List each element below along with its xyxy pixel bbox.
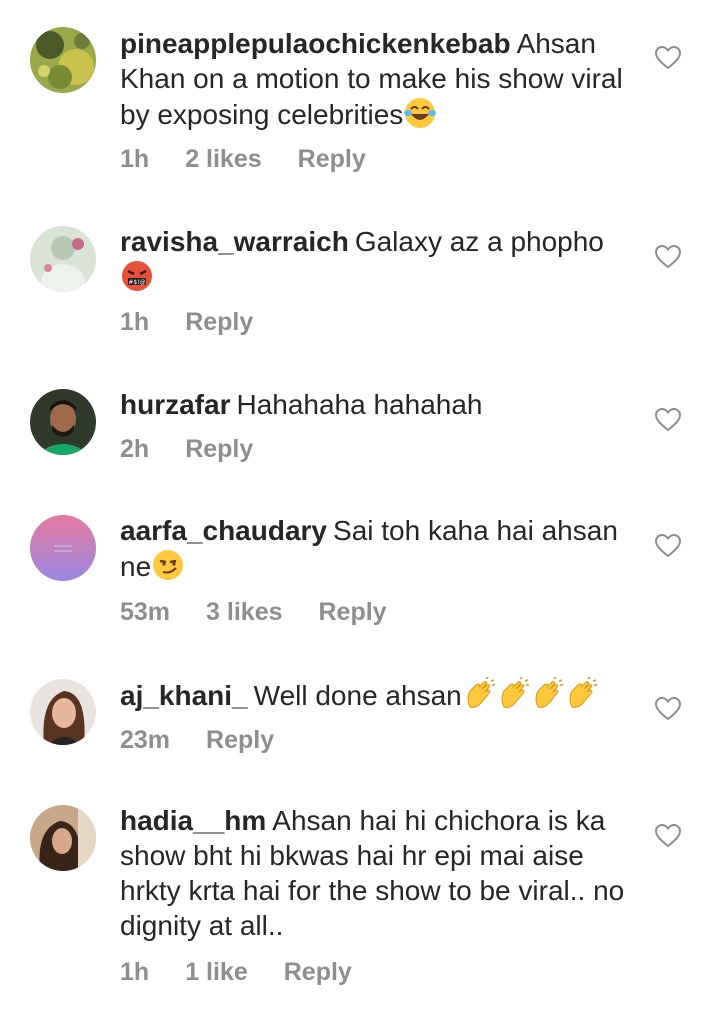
comment-meta: 1h 2 likes Reply bbox=[120, 145, 402, 174]
clapping-hands-icon bbox=[530, 677, 564, 711]
comment-likes[interactable]: 1 like bbox=[185, 958, 248, 986]
heart-icon[interactable] bbox=[655, 408, 681, 432]
avatar[interactable] bbox=[30, 27, 96, 93]
comment-text: pineapplepulaochickenkebab Ahsan Khan on … bbox=[120, 26, 640, 132]
comment-meta: 53m 3 likes Reply bbox=[120, 598, 423, 627]
comment-body: Well done ahsan bbox=[253, 680, 462, 711]
heart-icon[interactable] bbox=[655, 697, 681, 721]
reply-button[interactable]: Reply bbox=[284, 958, 352, 986]
clapping-hands-icon bbox=[462, 677, 496, 711]
comment-text: aj_khani_ Well done ahsan bbox=[120, 677, 640, 713]
reply-button[interactable]: Reply bbox=[185, 435, 253, 463]
avatar[interactable] bbox=[30, 805, 96, 871]
reply-button[interactable]: Reply bbox=[298, 145, 366, 173]
avatar[interactable] bbox=[30, 679, 96, 745]
heart-icon[interactable] bbox=[655, 534, 681, 558]
comment-username[interactable]: pineapplepulaochickenkebab bbox=[120, 28, 511, 59]
comment-meta: 1h Reply bbox=[120, 308, 289, 337]
comment-time: 23m bbox=[120, 726, 171, 754]
svg-text:#$!@: #$!@ bbox=[128, 279, 145, 286]
comment-text: aarfa_chaudary Sai toh kaha hai ahsan ne bbox=[120, 513, 640, 584]
heart-icon[interactable] bbox=[655, 245, 681, 269]
comment-body: Galaxy az a phopho bbox=[354, 226, 604, 257]
heart-icon[interactable] bbox=[655, 46, 681, 70]
comment-time: 2h bbox=[120, 435, 150, 463]
joy-emoji-icon bbox=[403, 96, 437, 130]
comment-meta: 2h Reply bbox=[120, 435, 289, 464]
avatar[interactable] bbox=[30, 389, 96, 455]
comment-username[interactable]: aj_khani_ bbox=[120, 680, 248, 711]
comment-time: 53m bbox=[120, 598, 171, 626]
comment-meta: 23m Reply bbox=[120, 726, 310, 755]
clapping-hands-icon bbox=[564, 677, 598, 711]
comment-meta: 1h 1 like Reply bbox=[120, 958, 388, 987]
comment-time: 1h bbox=[120, 308, 150, 336]
reply-button[interactable]: Reply bbox=[206, 726, 274, 754]
comment-username[interactable]: ravisha_warraich bbox=[120, 226, 349, 257]
comment-username[interactable]: hurzafar bbox=[120, 389, 230, 420]
reply-button[interactable]: Reply bbox=[185, 308, 253, 336]
comment-likes[interactable]: 3 likes bbox=[206, 598, 282, 626]
comment-likes[interactable]: 2 likes bbox=[185, 145, 261, 173]
reply-button[interactable]: Reply bbox=[319, 598, 387, 626]
clapping-hands-icon bbox=[496, 677, 530, 711]
comment-body: Hahahaha hahahah bbox=[236, 389, 483, 420]
comment-text: hadia__hm Ahsan hai hi chichora is ka sho… bbox=[120, 803, 640, 943]
heart-icon[interactable] bbox=[655, 824, 681, 848]
avatar[interactable] bbox=[30, 226, 96, 292]
comment-time: 1h bbox=[120, 145, 150, 173]
comment-username[interactable]: hadia__hm bbox=[120, 805, 266, 836]
comment-time: 1h bbox=[120, 958, 150, 986]
comment-text: ravisha_warraich Galaxy az a phopho #$!@ bbox=[120, 224, 640, 295]
comment-text: hurzafar Hahahaha hahahah bbox=[120, 387, 640, 422]
cursing-face-emoji-icon: #$!@ bbox=[120, 259, 154, 293]
smirk-emoji-icon bbox=[151, 548, 185, 582]
avatar[interactable] bbox=[30, 515, 96, 581]
comment-username[interactable]: aarfa_chaudary bbox=[120, 515, 327, 546]
